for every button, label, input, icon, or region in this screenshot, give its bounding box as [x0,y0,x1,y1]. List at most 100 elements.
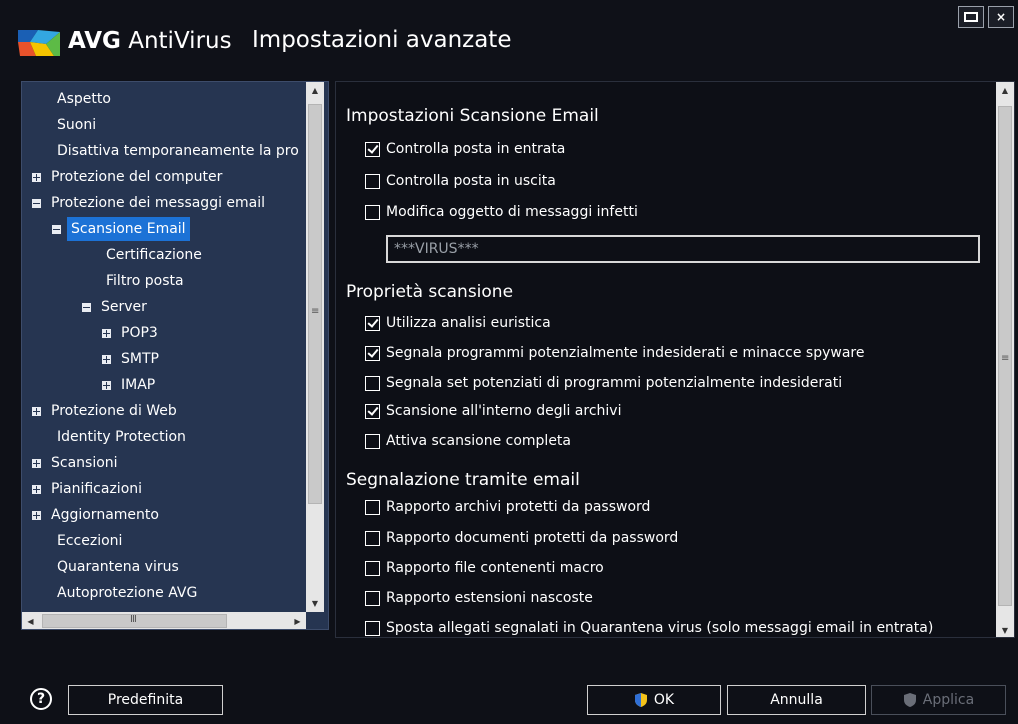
checkbox-label: Rapporto file contenenti macro [386,560,604,576]
checkbox-label: Sposta allegati segnalati in Quarantena … [386,620,934,636]
subject-text-field[interactable]: ***VIRUS*** [386,235,980,263]
scroll-left-icon[interactable]: ◀ [22,612,39,629]
scroll-down-icon[interactable]: ▼ [306,595,324,612]
tree-item[interactable]: Certificazione [102,243,206,267]
expand-icon[interactable] [32,172,41,182]
tree-item[interactable]: Scansioni [32,451,122,475]
default-button[interactable]: Predefinita [68,685,223,715]
expand-icon[interactable] [102,380,111,390]
tree-item[interactable]: Filtro posta [102,269,188,293]
grip-icon: ≡ [1001,353,1010,364]
collapse-icon[interactable] [82,302,91,312]
expand-icon[interactable] [32,406,41,416]
tree-item[interactable]: Aggiornamento [32,503,163,527]
scroll-up-icon[interactable]: ▲ [996,82,1014,99]
apply-label: Applica [922,692,975,708]
cancel-button[interactable]: Annulla [727,685,866,715]
tree-item-label: Suoni [57,117,97,133]
collapse-icon[interactable] [52,224,61,234]
tree-vertical-scrollbar[interactable]: ▲ ≡ ▼ [306,82,324,612]
tree-item[interactable]: Protezione di Web [32,399,181,423]
tree-item[interactable]: POP3 [102,321,162,345]
full-scan[interactable]: Attiva scansione completa [365,430,571,452]
tree-item-label: POP3 [121,325,158,341]
scroll-up-icon[interactable]: ▲ [306,82,324,99]
checkbox[interactable] [365,173,380,189]
report-password-archives[interactable]: Rapporto archivi protetti da password [365,496,650,518]
maximize-button[interactable] [958,6,984,28]
checkbox[interactable] [365,433,380,449]
tree-item[interactable]: Eccezioni [53,529,126,553]
tree-item[interactable]: IMAP [102,373,159,397]
report-macro-files[interactable]: Rapporto file contenenti macro [365,557,604,579]
close-button[interactable]: × [988,6,1014,28]
tree-item[interactable]: Disattiva temporaneamente la pro [53,139,303,163]
tree-item-label: Protezione di Web [51,403,177,419]
report-pup-spyware[interactable]: Segnala programmi potenzialmente indesid… [365,342,864,364]
checkbox[interactable] [365,375,380,391]
tree-item[interactable]: Protezione del computer [32,165,226,189]
tree-item[interactable]: Protezione dei messaggi email [32,191,269,215]
grip-icon: ≡ [311,306,320,317]
tree-item-label: Filtro posta [106,273,184,289]
expand-icon[interactable] [32,510,41,520]
checkbox[interactable] [365,403,380,419]
checkbox-label: Modifica oggetto di messaggi infetti [386,204,638,220]
checkbox[interactable] [365,141,380,157]
check-outgoing-mail[interactable]: Controlla posta in uscita [365,170,556,192]
expand-icon[interactable] [102,328,111,338]
checkbox[interactable] [365,620,380,636]
expand-icon[interactable] [32,458,41,468]
tree-item-label: Autoprotezione AVG [57,585,198,601]
checkbox-label: Rapporto archivi protetti da password [386,499,651,515]
use-heuristics[interactable]: Utilizza analisi euristica [365,312,551,334]
apply-button[interactable]: Applica [871,685,1006,715]
settings-tree: Aspetto Suoni Disattiva temporaneamente la… [21,81,329,630]
content-vertical-scrollbar[interactable]: ▲ ≡ ▼ [996,82,1014,637]
tree-item-label: Disattiva temporaneamente la pro [57,143,299,159]
report-hidden-extensions[interactable]: Rapporto estensioni nascoste [365,587,593,609]
tree-item-label: IMAP [121,377,156,393]
tree-item[interactable]: Scansione Email [52,217,190,241]
expand-icon[interactable] [32,484,41,494]
brand-light: AntiVirus [120,28,232,54]
tree-item[interactable]: Identity Protection [53,425,190,449]
checkbox-label: Segnala set potenziati di programmi pote… [386,375,843,391]
tree-horizontal-scrollbar[interactable]: ◀ Ⅲ ▶ [22,612,306,629]
move-attachments-quarantine[interactable]: Sposta allegati segnalati in Quarantena … [365,617,934,637]
report-pup-sets[interactable]: Segnala set potenziati di programmi pote… [365,372,842,394]
scrollbar-thumb[interactable] [308,104,322,504]
checkbox-label: Controlla posta in entrata [386,141,566,157]
tree-item-label: Quarantena virus [57,559,179,575]
default-label: Predefinita [107,692,184,708]
tree-item[interactable]: Quarantena virus [53,555,183,579]
tree-item[interactable]: Autoprotezione AVG [53,581,201,605]
checkbox[interactable] [365,345,380,361]
checkbox[interactable] [365,560,380,576]
checkbox[interactable] [365,499,380,515]
checkbox[interactable] [365,590,380,606]
ok-button[interactable]: OK [587,685,721,715]
tree-item[interactable]: Server [82,295,151,319]
section-title-email-reporting: Segnalazione tramite email [346,470,580,490]
help-icon[interactable]: ? [30,688,52,710]
tree-item[interactable]: Pianificazioni [32,477,146,501]
expand-icon[interactable] [102,354,111,364]
scroll-down-icon[interactable]: ▼ [996,622,1014,637]
tree-item-label: Pianificazioni [51,481,143,497]
tree-item[interactable]: Suoni [53,113,100,137]
section-title-scan-properties: Proprietà scansione [346,282,514,302]
checkbox[interactable] [365,204,380,220]
window-title: Impostazioni avanzate [252,27,512,53]
checkbox[interactable] [365,530,380,546]
ok-label: OK [653,692,675,708]
check-incoming-mail[interactable]: Controlla posta in entrata [365,138,565,160]
scroll-right-icon[interactable]: ▶ [289,612,306,629]
report-password-documents[interactable]: Rapporto documenti protetti da password [365,527,678,549]
tree-item[interactable]: SMTP [102,347,163,371]
scan-archives[interactable]: Scansione all'interno degli archivi [365,400,621,422]
tree-item[interactable]: Aspetto [53,87,115,111]
checkbox[interactable] [365,315,380,331]
modify-infected-subject[interactable]: Modifica oggetto di messaggi infetti [365,201,638,223]
collapse-icon[interactable] [32,198,41,208]
